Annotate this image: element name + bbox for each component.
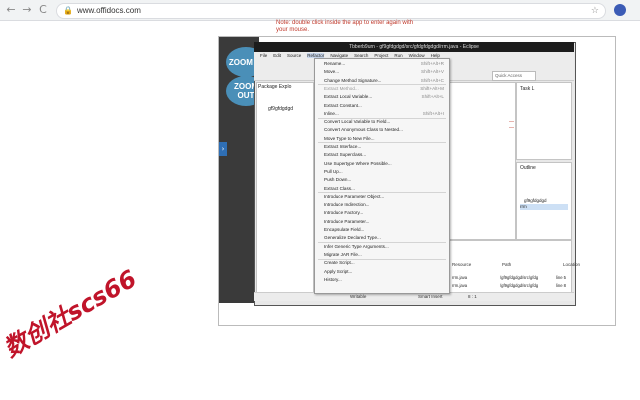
menu-file[interactable]: File (260, 53, 267, 58)
outline-package-item[interactable]: gf9gfdgdgd (524, 198, 547, 203)
refactor-menu-item[interactable]: Extract Method... Shift+Alt+M (324, 85, 446, 93)
error-marker: — (509, 125, 514, 131)
menu-item-label: Extract Class... (324, 185, 355, 191)
menu-item-label: Pull Up... (324, 168, 343, 174)
menu-item-shortcut: Shift+Alt+L (421, 94, 444, 100)
reload-button[interactable]: C (36, 3, 50, 17)
refactor-menu-item[interactable]: Move Type to New File... (324, 135, 446, 143)
refactor-menu-item[interactable]: Change Method Signature... Shift+Alt+C (324, 77, 446, 85)
refactor-menu-item[interactable]: Create Script... (324, 259, 446, 267)
outline-title[interactable]: Outline (520, 165, 536, 171)
project-tree-item[interactable]: gf9gfdgdgd (268, 106, 293, 112)
menu-item-shortcut: Shift+Alt+R (420, 61, 444, 66)
refactor-menu-item[interactable]: Extract Local Variable... Shift+Alt+L (324, 93, 446, 101)
task-list-panel (516, 82, 572, 160)
menu-item-label: Apply Script... (324, 268, 353, 274)
refactor-menu-item[interactable]: Extract Constant... (324, 102, 446, 110)
menu-item-label: Convert Anonymous Class to Nested... (324, 127, 403, 133)
menu-edit[interactable]: Edit (273, 53, 281, 58)
menu-item-label: Extract Constant... (324, 102, 362, 108)
menu-item-label: Extract Local Variable... (324, 94, 373, 100)
menu-item-label: Infer Generic Type Arguments... (324, 243, 389, 249)
refactor-menu-item[interactable]: Extract Interface... (324, 143, 446, 151)
menu-item-label: Extract Method... (324, 85, 359, 91)
problem-resource[interactable]: rrm.java (452, 275, 467, 280)
refactor-menu-item[interactable]: Generalize Declared Type... (324, 234, 446, 242)
package-explorer-panel (256, 82, 314, 294)
refactor-menu-item[interactable]: Rename... Shift+Alt+R (324, 60, 446, 68)
refactor-menu-item[interactable]: Extract Superclass... (324, 151, 446, 159)
problem-path[interactable]: /gf9gfdgdgd/src/gfdg (500, 275, 538, 280)
menu-item-label: Change Method Signature... (324, 77, 382, 83)
menu-item-shortcut: Shift+Alt+V (421, 69, 444, 75)
refactor-menu-item[interactable]: Apply Script... (324, 268, 446, 276)
menu-item-label: Convert Local Variable to Field... (324, 119, 391, 125)
column-header-path[interactable]: Path (502, 262, 511, 267)
refactor-menu-item[interactable]: Move... Shift+Alt+V (324, 68, 446, 76)
menu-item-label: Introduce Parameter Object... (324, 193, 385, 199)
outline-class-item[interactable]: rrm (520, 204, 568, 210)
problem-location[interactable]: line 8 (556, 283, 566, 288)
url-text: www.offidocs.com (77, 6, 141, 15)
hint-line-1: Note: double click inside the app to ent… (276, 20, 414, 26)
hint-line-2: your mouse. (276, 27, 310, 33)
lock-icon: 🔒 (63, 6, 73, 15)
refactor-menu-item[interactable]: Migrate JAR File... (324, 251, 446, 259)
status-writable: Writable (350, 294, 367, 299)
menu-item-label: Introduce Indirection... (324, 202, 370, 208)
menu-item-label: Create Script... (324, 260, 355, 266)
menu-item-label: Migrate JAR File... (324, 251, 362, 257)
refactor-menu-item[interactable]: Introduce Indirection... (324, 201, 446, 209)
menu-item-shortcut: Shift+Alt+M (420, 85, 444, 91)
refactor-menu-item[interactable]: Convert Local Variable to Field... (324, 118, 446, 126)
side-panel-toggle[interactable]: › (219, 142, 227, 156)
refactor-menu-item[interactable]: Push Down... (324, 176, 446, 184)
problem-location[interactable]: line 5 (556, 275, 566, 280)
watermark-logo: 数创社scs66 (0, 264, 142, 363)
menu-item-label: History... (324, 276, 342, 282)
refactor-menu-item[interactable]: Infer Generic Type Arguments... (324, 243, 446, 251)
menu-item-label: Inline... (324, 110, 339, 116)
package-explorer-title[interactable]: Package Explo (258, 84, 291, 90)
star-icon[interactable]: ☆ (591, 4, 599, 18)
column-header-resource[interactable]: Resource (452, 262, 471, 267)
menu-item-label: Introduce Factory... (324, 210, 364, 216)
status-insert-mode: Smart Insert (418, 294, 443, 299)
column-header-location[interactable]: Location (563, 262, 580, 267)
menu-item-label: Extract Superclass... (324, 152, 367, 158)
refactor-menu-item[interactable]: Introduce Parameter Object... (324, 193, 446, 201)
eclipse-title: Tbberb9urn - gf9gfdgdgd/src/gfdgfdgdgd/r… (254, 42, 574, 52)
refactor-menu-item[interactable]: Introduce Parameter... (324, 218, 446, 226)
refactor-menu-item[interactable]: Use Supertype Where Possible... (324, 160, 446, 168)
menu-item-label: Extract Interface... (324, 144, 362, 149)
forward-button[interactable]: → (20, 3, 34, 17)
menu-item-label: Move... (324, 69, 340, 75)
menu-source[interactable]: Source (287, 53, 301, 58)
refactor-menu-item[interactable]: Extract Class... (324, 185, 446, 193)
refactor-menu-item[interactable]: Convert Anonymous Class to Nested... (324, 126, 446, 134)
menu-item-label: Use Supertype Where Possible... (324, 160, 392, 166)
menu-item-shortcut: Shift+Alt+C (420, 77, 444, 83)
menu-item-label: Push Down... (324, 177, 352, 183)
menu-item-shortcut: Shift+Alt+I (422, 110, 444, 116)
status-cursor-position: 8 : 1 (468, 294, 477, 299)
menu-item-label: Move Type to New File... (324, 135, 375, 141)
task-list-title[interactable]: Task L (520, 86, 534, 92)
menu-item-label: Rename... (324, 61, 346, 66)
problem-resource[interactable]: rrm.java (452, 283, 467, 288)
quick-access-input[interactable]: Quick Access (492, 71, 536, 81)
refactor-menu-item[interactable]: History... (324, 276, 446, 284)
refactor-menu-item[interactable]: Introduce Factory... (324, 209, 446, 217)
refactor-menu-item[interactable]: Encapsulate Field... (324, 226, 446, 234)
menu-item-label: Introduce Parameter... (324, 218, 370, 224)
menu-item-label: Generalize Declared Type... (324, 235, 381, 241)
browser-toolbar: ← → C 🔒 www.offidocs.com ☆ (0, 0, 640, 21)
address-bar[interactable]: 🔒 www.offidocs.com ☆ (56, 3, 606, 19)
menu-item-label: Encapsulate Field... (324, 227, 365, 232)
problem-path[interactable]: /gf9gfdgdgd/src/gfdg (500, 283, 538, 288)
back-button[interactable]: ← (4, 3, 18, 17)
extension-icon[interactable] (614, 4, 626, 16)
refactor-menu-item[interactable]: Inline... Shift+Alt+I (324, 110, 446, 118)
refactor-menu-item[interactable]: Pull Up... (324, 168, 446, 176)
